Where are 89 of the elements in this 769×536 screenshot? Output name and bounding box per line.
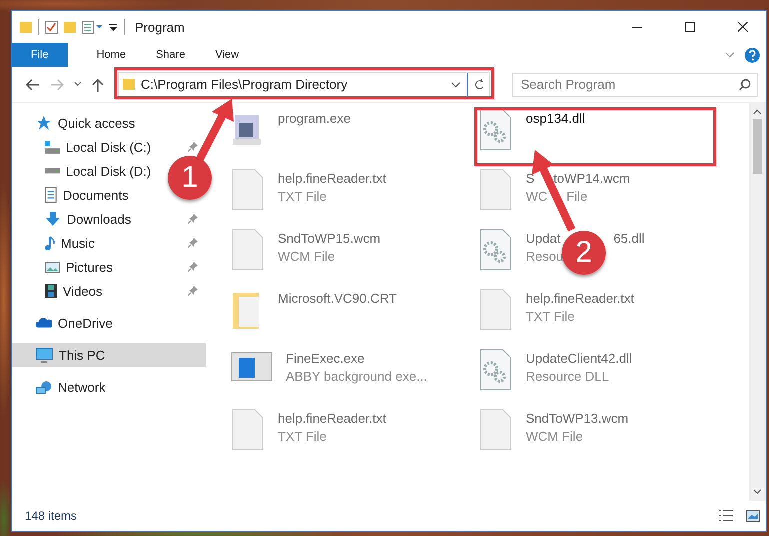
properties-icon xyxy=(82,20,103,34)
nav-item[interactable]: Downloads xyxy=(45,208,134,230)
file-menu-tab[interactable]: File xyxy=(12,43,68,67)
cloud-icon xyxy=(36,318,52,328)
dropdown-icon xyxy=(109,24,118,30)
file-type: Resou xyxy=(526,249,564,264)
back-button[interactable] xyxy=(24,76,42,92)
computer-icon xyxy=(36,348,53,362)
scroll-up-icon[interactable] xyxy=(753,109,762,115)
nav-item[interactable]: Local Disk (C:) xyxy=(45,136,154,158)
file-type: WCM File xyxy=(526,429,584,444)
window-title: Program xyxy=(135,20,186,34)
film-icon xyxy=(45,284,57,298)
folder-icon xyxy=(123,79,135,90)
file-name[interactable]: help.fineReader.txt xyxy=(526,291,634,306)
file-icon xyxy=(479,169,513,211)
up-arrow-icon xyxy=(92,78,104,92)
file-type: TXT File xyxy=(278,189,327,204)
file-name[interactable]: osp134.dll xyxy=(526,111,586,126)
ribbon-tab[interactable]: View xyxy=(200,43,254,67)
file-name[interactable]: Updat xyxy=(526,231,561,246)
folder-icon xyxy=(64,22,76,32)
file-name[interactable]: Microsoft.VC90.CRT xyxy=(278,291,397,306)
file-name[interactable]: SndToWP15.wcm xyxy=(278,231,381,246)
file-type: WC xyxy=(526,189,548,204)
nav-item[interactable]: OneDrive xyxy=(36,312,115,334)
item-count: 148 items xyxy=(25,509,78,523)
file-type: Resource DLL xyxy=(526,369,610,384)
file-name[interactable]: toWP14.wcm xyxy=(554,171,630,186)
file-type: File xyxy=(566,189,588,204)
minimize-icon xyxy=(632,26,642,28)
ribbon-tab[interactable]: Share xyxy=(141,43,200,67)
chevron-down-icon xyxy=(725,52,735,58)
drive-icon xyxy=(45,140,60,154)
file-type: ABBY background exe... xyxy=(286,369,428,384)
back-arrow-icon xyxy=(26,78,40,90)
nav-item[interactable]: Documents xyxy=(45,184,131,206)
file-type: WCM File xyxy=(278,249,336,264)
music-note-icon xyxy=(45,236,55,250)
file-icon xyxy=(479,289,513,331)
file-name[interactable]: UpdateClient42.dll xyxy=(526,351,632,366)
file-name[interactable]: SndToWP13.wcm xyxy=(526,411,629,426)
chevron-down-icon xyxy=(74,82,82,87)
details-view-icon[interactable] xyxy=(718,510,734,522)
gear-file-icon xyxy=(479,349,513,391)
file-name[interactable]: help.fineReader.txt xyxy=(278,411,386,426)
scroll-down-icon[interactable] xyxy=(753,489,762,495)
nav-item[interactable]: Network xyxy=(36,376,108,398)
refresh-icon xyxy=(474,78,483,90)
search-icon xyxy=(739,78,751,90)
scroll-thumb[interactable] xyxy=(753,119,762,174)
picture-icon xyxy=(45,262,60,272)
file-icon xyxy=(231,229,265,271)
gear-file-icon xyxy=(479,229,513,271)
close-icon xyxy=(738,22,748,32)
gear-file-icon xyxy=(479,109,513,151)
nav-item[interactable]: Pictures xyxy=(45,256,115,278)
download-icon xyxy=(45,212,61,226)
nav-item[interactable]: Music xyxy=(45,232,97,254)
maximize-icon xyxy=(684,22,694,32)
file-name[interactable]: program.exe xyxy=(278,111,351,126)
file-type: TXT File xyxy=(526,309,575,324)
checklist-icon xyxy=(45,20,58,34)
recent-locations-button[interactable] xyxy=(72,80,84,89)
ribbon-tab[interactable]: Home xyxy=(82,43,142,67)
large-icons-view-icon[interactable] xyxy=(746,510,760,522)
forward-arrow-icon xyxy=(50,78,64,90)
file-name[interactable]: help.fineReader.txt xyxy=(278,171,386,186)
nav-item[interactable]: This PC xyxy=(36,344,108,366)
nav-item[interactable]: Local Disk (D:) xyxy=(45,160,154,182)
star-icon xyxy=(36,116,52,130)
file-name[interactable]: FineExec.exe xyxy=(286,351,365,366)
scrollbar[interactable] xyxy=(749,103,766,501)
help-icon xyxy=(745,48,760,62)
chevron-down-icon xyxy=(451,82,461,88)
file-name[interactable]: S xyxy=(526,171,535,186)
address-bar[interactable]: C:\Program Files\Program Directory xyxy=(118,72,490,98)
network-icon xyxy=(36,380,52,394)
file-type: TXT File xyxy=(278,429,327,444)
nav-item[interactable]: Quick access xyxy=(36,112,138,134)
folder-icon xyxy=(20,22,32,32)
drive-icon xyxy=(45,168,60,174)
file-name[interactable]: 65.dll xyxy=(614,231,645,246)
nav-item[interactable]: Videos xyxy=(45,280,105,302)
file-icon xyxy=(231,169,265,211)
file-icon xyxy=(231,409,265,451)
document-icon xyxy=(45,187,57,203)
search-field[interactable]: Search Program xyxy=(512,72,758,96)
file-icon xyxy=(479,409,513,451)
